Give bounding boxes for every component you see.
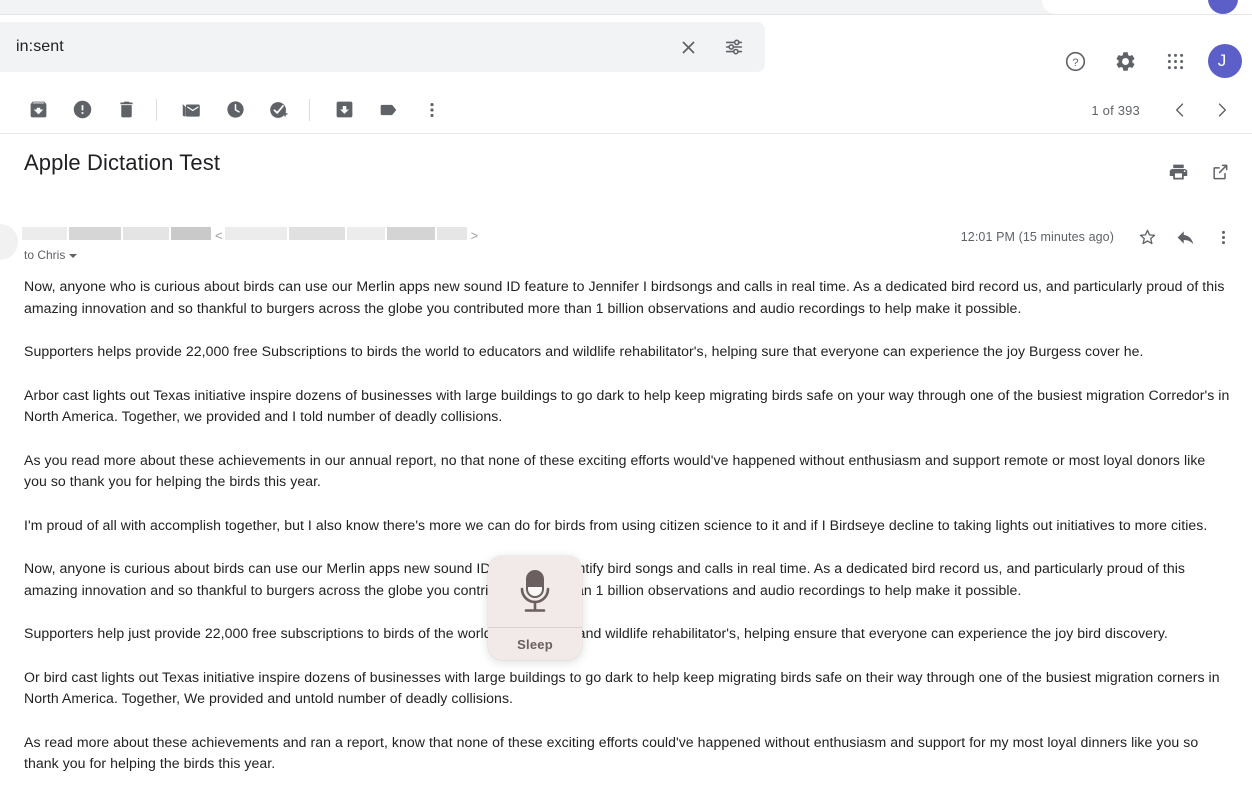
reply-icon (1177, 230, 1193, 244)
redaction-block (346, 227, 385, 240)
message-meta: 12:01 PM (15 minutes ago) (961, 218, 1242, 256)
apps-grid-icon (1167, 53, 1183, 69)
open-in-new-icon (1213, 164, 1228, 180)
page-title: Apple Dictation Test (24, 150, 221, 175)
clock-icon (226, 101, 244, 118)
header-actions: ? J (1052, 38, 1244, 84)
help-icon: ? (1065, 51, 1085, 71)
trash-icon (119, 101, 133, 118)
recipient-label: to Chris (24, 248, 66, 262)
redaction-block (386, 227, 435, 240)
redaction-block (123, 227, 169, 240)
more-vert-icon (1221, 230, 1225, 244)
add-to-tasks-button[interactable] (259, 90, 299, 130)
dictation-widget[interactable]: Sleep (488, 556, 582, 660)
body-paragraph: As you read more about these achievement… (24, 451, 1206, 490)
subject-row: Apple Dictation Test (0, 150, 1252, 202)
redaction-block (436, 227, 467, 240)
redaction-block (22, 227, 67, 240)
archive-button[interactable] (18, 90, 58, 130)
archive-icon (30, 101, 46, 118)
microphone-icon (520, 569, 550, 612)
chevron-down-icon (69, 254, 78, 258)
body-paragraph: Now, anyone who is curious about birds c… (24, 278, 1225, 316)
email-angle-bracket: < (215, 228, 223, 243)
svg-text:?: ? (1072, 56, 1078, 68)
search-box[interactable] (0, 22, 765, 72)
dictation-mic-area[interactable] (488, 556, 582, 627)
avatar (0, 224, 18, 260)
gear-icon (1116, 51, 1134, 71)
move-to-inbox-icon (336, 101, 352, 118)
body-paragraph: As read more about these achievements an… (24, 733, 1199, 772)
sender-row: < > to Chris 12:01 PM (15 minutes ago) (0, 218, 1252, 274)
body-paragraph: Or bird cast lights out Texas initiative… (24, 668, 1220, 707)
email-angle-bracket: > (470, 228, 479, 243)
previous-message-button[interactable] (1160, 90, 1200, 130)
avatar-letter: J (1217, 51, 1227, 70)
more-options-button[interactable] (412, 90, 452, 130)
redaction-block (69, 227, 121, 240)
clear-search-button[interactable] (665, 24, 711, 70)
redaction-block (224, 227, 287, 240)
labels-button[interactable] (368, 90, 408, 130)
top-divider (0, 14, 1252, 15)
next-message-button[interactable] (1202, 90, 1242, 130)
report-spam-icon (73, 100, 91, 119)
chevron-left-icon (1175, 103, 1184, 117)
close-icon (681, 40, 695, 54)
label-icon (380, 104, 397, 115)
mark-unread-button[interactable] (171, 90, 211, 130)
gmail-message-view: ? J (0, 0, 1252, 812)
print-button[interactable] (1158, 152, 1198, 192)
search-options-icon (725, 39, 743, 55)
snooze-button[interactable] (215, 90, 255, 130)
tab-rounded-corner (1042, 0, 1102, 14)
message-more-button[interactable] (1204, 218, 1242, 256)
move-to-button[interactable] (324, 90, 364, 130)
browser-top-strip (0, 0, 1252, 14)
star-outline-icon (1139, 229, 1155, 244)
account-avatar[interactable]: J (1208, 44, 1242, 78)
message-body: Now, anyone who is curious about birds c… (0, 276, 1252, 812)
delete-button[interactable] (106, 90, 146, 130)
print-icon (1169, 164, 1187, 179)
dictation-status-label: Sleep (517, 636, 553, 652)
mail-unread-icon (182, 103, 200, 117)
search-row: ? J (0, 18, 1252, 78)
support-button[interactable]: ? (1052, 38, 1098, 84)
redaction-block (171, 227, 211, 240)
message-timestamp: 12:01 PM (15 minutes ago) (960, 230, 1114, 244)
subject-actions (1158, 152, 1240, 192)
sender-redacted: < > (22, 227, 480, 245)
body-paragraph: I'm proud of all with accomplish togethe… (24, 516, 1208, 533)
search-input[interactable] (14, 37, 665, 57)
toolbar-pager: 1 of 393 (1091, 86, 1242, 134)
body-paragraph: Supporters help just provide 22,000 free… (24, 625, 1168, 641)
body-paragraph: Now, anyone is curious about birds can u… (24, 560, 1186, 598)
google-apps-button[interactable] (1152, 38, 1198, 84)
reply-button[interactable] (1166, 218, 1204, 256)
search-options-button[interactable] (711, 24, 757, 70)
toolbar-divider (309, 98, 310, 121)
more-vert-icon (430, 102, 434, 117)
redaction-block (288, 227, 345, 240)
body-paragraph: Supporters helps provide 22,000 free Sub… (24, 343, 1144, 359)
chevron-right-icon (1218, 103, 1227, 117)
settings-button[interactable] (1102, 38, 1148, 84)
message-toolbar: 1 of 393 (0, 86, 1252, 134)
pager-count: 1 of 393 (1091, 102, 1140, 118)
add-task-icon (270, 101, 288, 118)
body-paragraph: Arbor cast lights out Texas initiative i… (24, 386, 1230, 425)
star-button[interactable] (1128, 218, 1166, 256)
report-spam-button[interactable] (62, 90, 102, 130)
open-in-new-window-button[interactable] (1200, 152, 1240, 192)
toolbar-divider (156, 98, 157, 121)
recipient-line[interactable]: to Chris (24, 248, 78, 262)
